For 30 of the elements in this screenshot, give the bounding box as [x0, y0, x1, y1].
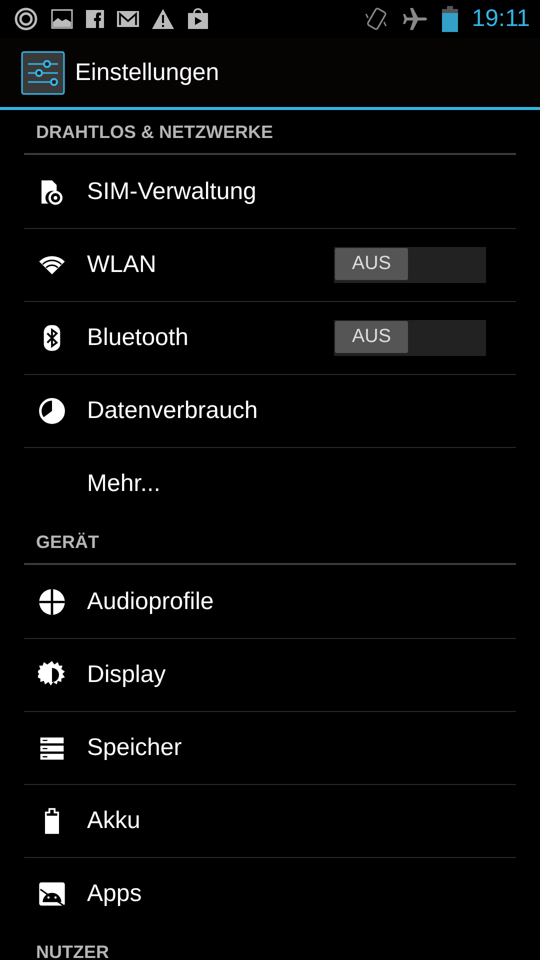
settings-item[interactable]: WLAN AUS: [24, 228, 516, 301]
android-app-icon: [38, 880, 66, 908]
settings-item[interactable]: Apps: [24, 857, 516, 930]
clock-time: 19:11: [472, 5, 530, 33]
vibrate-icon: [364, 6, 388, 32]
screen-title: Einstellungen: [75, 58, 220, 86]
settings-item[interactable]: Speicher: [24, 711, 516, 784]
toggle-switch[interactable]: AUS: [334, 247, 486, 283]
circle-notification-icon: [14, 7, 38, 31]
settings-item[interactable]: Akku: [24, 784, 516, 857]
settings-item[interactable]: Audioprofile: [24, 565, 516, 638]
settings-item[interactable]: Mehr...: [24, 447, 516, 520]
section-header: DRAHTLOS & NETZWERKE: [24, 110, 516, 155]
settings-app-icon[interactable]: [21, 50, 65, 94]
section-header: NUTZER: [24, 930, 516, 960]
pie-chart-icon: [38, 397, 66, 425]
settings-item[interactable]: Datenverbrauch: [24, 374, 516, 447]
airplane-icon: [402, 7, 428, 31]
facebook-icon: [86, 10, 104, 28]
audio-profile-icon: [38, 588, 66, 616]
toggle-switch[interactable]: AUS: [334, 320, 486, 356]
settings-item[interactable]: SIM-Verwaltung: [24, 155, 516, 228]
warning-icon: [152, 9, 174, 29]
battery-icon: [442, 6, 458, 32]
mail-icon: [117, 10, 139, 28]
image-icon: [51, 8, 73, 30]
settings-item[interactable]: Bluetooth AUS: [24, 301, 516, 374]
shopping-bag-icon: [187, 8, 209, 30]
section-header: GERÄT: [24, 520, 516, 565]
settings-item[interactable]: Display: [24, 638, 516, 711]
